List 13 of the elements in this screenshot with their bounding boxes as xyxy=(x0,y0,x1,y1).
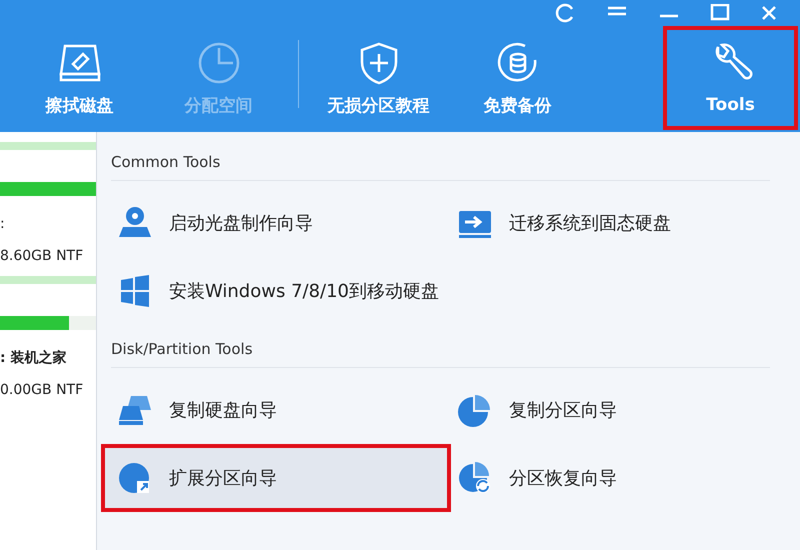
pie-pieces-icon xyxy=(457,392,493,428)
partition-label: 8.60GB NTF xyxy=(0,247,84,266)
section-title: Common Tools xyxy=(111,144,770,181)
maximize-icon[interactable] xyxy=(710,4,730,22)
partition-label: 0.00GB NTF xyxy=(0,381,84,400)
partition-label: : xyxy=(0,215,6,234)
pie-refresh-icon xyxy=(457,460,493,496)
partition-label: : 装机之家 xyxy=(0,348,68,368)
section-title: Disk/Partition Tools xyxy=(111,331,770,368)
refresh-icon[interactable] xyxy=(554,3,576,23)
menu-item[interactable]: 扩展分区向导 xyxy=(101,444,451,512)
menu-item[interactable]: 安装Windows 7/8/10到移动硬盘 xyxy=(101,257,451,325)
close-icon[interactable] xyxy=(760,4,778,22)
